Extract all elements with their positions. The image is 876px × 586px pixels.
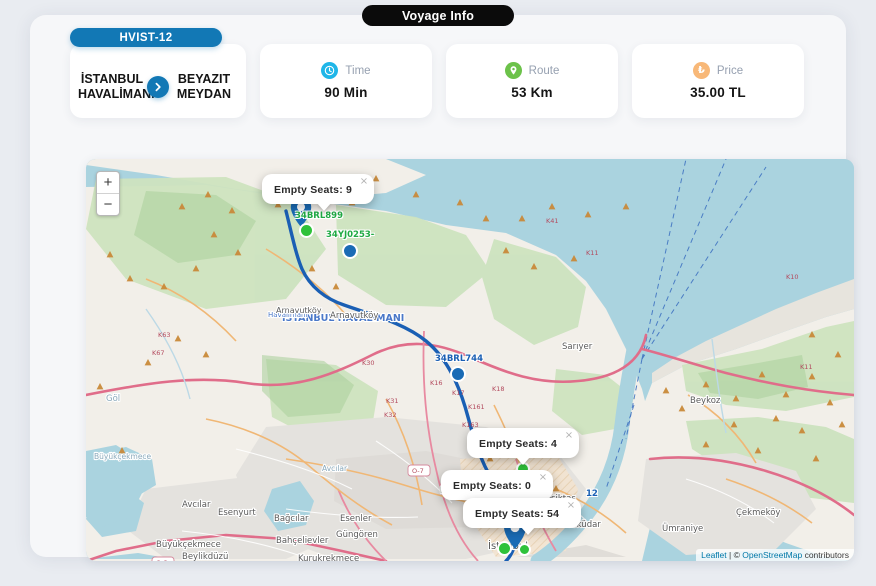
- svg-text:K31: K31: [386, 397, 399, 405]
- attribution-tail: contributors: [802, 550, 849, 560]
- svg-text:Beylikdüzü: Beylikdüzü: [182, 552, 228, 561]
- stat-time-value: 90 Min: [324, 85, 368, 100]
- svg-text:Avcılar: Avcılar: [322, 464, 348, 473]
- vehicle-plate-34BRL744: 34BRL744: [435, 354, 484, 364]
- lira-icon: ₺: [692, 62, 710, 79]
- map-attribution: Leaflet | © OpenStreetMap contributors: [696, 549, 854, 561]
- summary-cards: HVIST-12 İSTANBUL HAVALİMANI BEYAZIT MEY…: [70, 28, 806, 118]
- svg-text:Beykoz: Beykoz: [690, 396, 721, 406]
- svg-text:Büyükçekmece: Büyükçekmece: [94, 452, 152, 461]
- svg-text:K161: K161: [468, 403, 485, 411]
- attribution-osm-link[interactable]: OpenStreetMap: [742, 550, 802, 560]
- close-icon[interactable]: ×: [567, 501, 575, 511]
- vehicle-plate-34BRL899: 34BRL899: [295, 211, 344, 221]
- svg-text:K11: K11: [586, 249, 599, 257]
- svg-text:K30: K30: [362, 359, 375, 367]
- stop-dot-airport[interactable]: [299, 223, 314, 238]
- popup-empty-seats-0[interactable]: Empty Seats: 0 ×: [441, 470, 554, 500]
- route-map[interactable]: İSTANBUL HAVALİMANI . . . Hav Havalimanı…: [86, 159, 854, 561]
- stat-route-label: Route: [528, 64, 560, 77]
- stat-route-head: Route: [504, 62, 560, 79]
- stat-card-route[interactable]: Route 53 Km: [446, 44, 618, 118]
- map-zoom-control[interactable]: + −: [96, 171, 120, 216]
- stat-price-value: 35.00 TL: [690, 85, 746, 100]
- svg-text:Esenler: Esenler: [340, 514, 372, 524]
- close-icon[interactable]: ×: [360, 177, 368, 187]
- svg-text:K63: K63: [158, 331, 171, 339]
- stat-time-head: Time: [321, 62, 371, 79]
- map-pin-icon: [504, 62, 522, 79]
- page-title: Voyage Info: [362, 5, 514, 26]
- attribution-separator: | ©: [726, 550, 743, 560]
- popup-empty-seats-4[interactable]: Empty Seats: 4 ×: [467, 428, 580, 458]
- svg-text:Sarıyer: Sarıyer: [562, 342, 593, 352]
- svg-text:Güngören: Güngören: [336, 530, 378, 540]
- vehicle-plate-12: 12: [586, 489, 598, 499]
- stat-route-value: 53 Km: [511, 85, 553, 100]
- origin-label: İSTANBUL HAVALİMANI: [78, 71, 155, 101]
- svg-text:Çekmeköy: Çekmeköy: [736, 508, 780, 518]
- voyage-route-card[interactable]: HVIST-12 İSTANBUL HAVALİMANI BEYAZIT MEY…: [70, 28, 246, 118]
- voyage-info-screen: Voyage Info HVIST-12 İSTANBUL HAVALİMANI…: [0, 0, 876, 586]
- voyage-panel: HVIST-12 İSTANBUL HAVALİMANI BEYAZIT MEY…: [30, 15, 854, 561]
- svg-text:K67: K67: [152, 349, 165, 357]
- destination-label: BEYAZIT MEYDAN: [176, 71, 232, 101]
- svg-text:Göl: Göl: [106, 394, 120, 404]
- close-icon[interactable]: ×: [565, 431, 573, 441]
- stat-price-head: ₺ Price: [692, 62, 744, 79]
- vehicle-dot-34BRL744[interactable]: [450, 366, 466, 382]
- svg-text:K17: K17: [452, 389, 465, 397]
- zoom-out-button[interactable]: −: [97, 193, 119, 215]
- svg-text:K32: K32: [384, 411, 397, 419]
- clock-icon: [321, 62, 339, 79]
- svg-text:Avcılar: Avcılar: [182, 500, 211, 510]
- svg-text:Bağcılar: Bağcılar: [274, 514, 309, 524]
- svg-text:Bahçelievler: Bahçelievler: [276, 536, 329, 546]
- popup-label: Empty Seats: 9: [274, 184, 353, 196]
- stat-time-label: Time: [345, 64, 371, 77]
- svg-text:K41: K41: [546, 217, 559, 225]
- svg-text:K11: K11: [800, 363, 813, 371]
- zoom-in-button[interactable]: +: [97, 172, 119, 193]
- popup-label: Empty Seats: 4: [479, 438, 558, 450]
- voyage-code-badge: HVIST-12: [70, 28, 222, 47]
- svg-text:K10: K10: [786, 273, 799, 281]
- stat-price-label: Price: [716, 64, 744, 77]
- stat-card-price[interactable]: ₺ Price 35.00 TL: [632, 44, 804, 118]
- svg-text:Büyükçekmece: Büyükçekmece: [156, 540, 221, 550]
- svg-text:Arnavutköy: Arnavutköy: [330, 311, 378, 321]
- popup-empty-seats-54[interactable]: Empty Seats: 54 ×: [463, 498, 582, 528]
- vehicle-plate-34YJ0253: 34YJ0253-: [326, 230, 375, 240]
- svg-text:K16: K16: [430, 379, 443, 387]
- chevron-right-icon: [147, 76, 169, 98]
- stat-card-time[interactable]: Time 90 Min: [260, 44, 432, 118]
- svg-text:Ümraniye: Ümraniye: [662, 523, 703, 534]
- svg-text:Esenyurt: Esenyurt: [218, 508, 256, 518]
- close-icon[interactable]: ×: [539, 473, 547, 483]
- popup-label: Empty Seats: 54: [475, 508, 560, 520]
- attribution-leaflet-link[interactable]: Leaflet: [701, 550, 727, 560]
- popup-label: Empty Seats: 0: [453, 480, 532, 492]
- route-endpoints: İSTANBUL HAVALİMANI BEYAZIT MEYDAN: [70, 56, 246, 118]
- svg-text:K18: K18: [492, 385, 505, 393]
- stop-dot-terminus-2[interactable]: [518, 543, 531, 556]
- popup-empty-seats-9[interactable]: Empty Seats: 9 ×: [262, 174, 375, 204]
- svg-text:O-3: O-3: [156, 559, 168, 561]
- stop-dot-terminus[interactable]: [497, 541, 512, 556]
- vehicle-dot-34YJ0253[interactable]: [342, 243, 358, 259]
- svg-text:Kurukrekmece: Kurukrekmece: [298, 554, 359, 561]
